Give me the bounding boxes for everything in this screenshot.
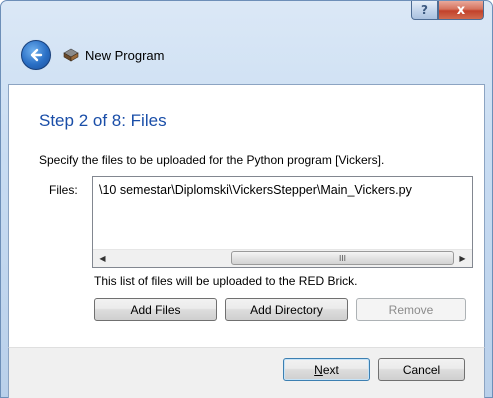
help-button[interactable]: ? (411, 1, 438, 20)
back-button[interactable] (21, 40, 51, 70)
list-item[interactable]: \10 semestar\Diplomski\VickersStepper\Ma… (99, 183, 412, 197)
wizard-header: New Program (9, 33, 484, 77)
back-arrow-icon (30, 48, 43, 62)
files-label: Files: (49, 183, 78, 197)
horizontal-scrollbar[interactable]: ◀ III ▶ (93, 249, 472, 267)
title-bar-buttons: ? x (411, 1, 484, 21)
scroll-right-icon[interactable]: ▶ (454, 250, 471, 267)
next-mnemonic: N (314, 362, 323, 377)
window-title: New Program (85, 47, 165, 63)
add-directory-button[interactable]: Add Directory (225, 298, 348, 321)
cancel-button[interactable]: Cancel (378, 358, 465, 381)
files-list[interactable]: \10 semestar\Diplomski\VickersStepper\Ma… (92, 176, 473, 268)
remove-button[interactable]: Remove (356, 298, 466, 321)
next-label: ext (322, 362, 339, 377)
step-title: Step 2 of 8: Files (39, 111, 167, 130)
scroll-grip: III (338, 253, 347, 263)
close-button[interactable]: x (438, 1, 484, 20)
scroll-thumb[interactable]: III (231, 251, 454, 265)
scroll-left-icon[interactable]: ◀ (94, 250, 111, 267)
brick-icon (63, 48, 79, 62)
next-button[interactable]: Next (283, 358, 370, 381)
upload-note: This list of files will be uploaded to t… (94, 274, 358, 288)
step-description: Specify the files to be uploaded for the… (39, 153, 385, 167)
add-files-button[interactable]: Add Files (94, 298, 217, 321)
